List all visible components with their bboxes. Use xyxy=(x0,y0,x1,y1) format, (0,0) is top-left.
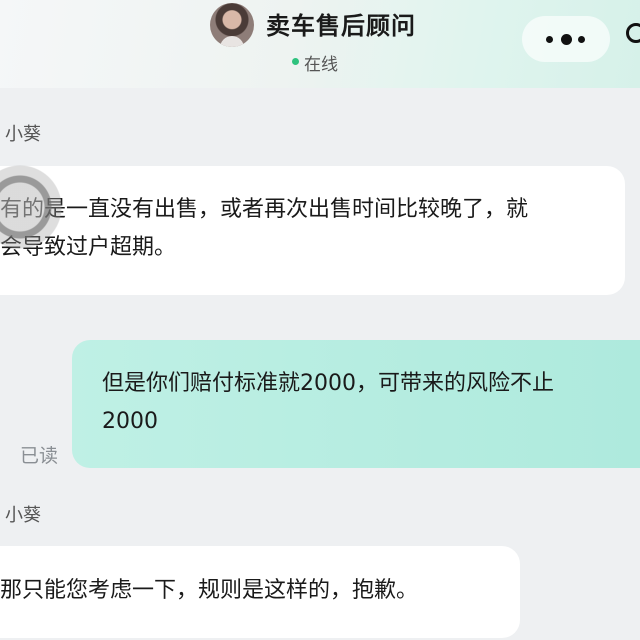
more-dots-icon xyxy=(561,34,572,45)
message-bubble-incoming[interactable]: 那只能您考虑一下，规则是这样的，抱歉。 xyxy=(0,546,520,638)
message-line: 但是你们赔付标准就2000，可带来的风险不止 xyxy=(102,371,554,396)
message-line: 有的是一直没有出售，或者再次出售时间比较晚了，就 xyxy=(0,197,529,222)
close-circle-icon[interactable] xyxy=(626,23,640,43)
more-dots-icon xyxy=(578,36,585,43)
more-dots-icon xyxy=(546,36,553,43)
chat-header: 卖车售后顾问 在线 xyxy=(0,0,640,88)
message-line: 那只能您考虑一下，规则是这样的，抱歉。 xyxy=(0,578,419,603)
message-bubble-incoming[interactable]: 有的是一直没有出售，或者再次出售时间比较晚了，就 会导致过户超期。 xyxy=(0,166,625,295)
message-line: 2000 xyxy=(102,409,158,434)
read-receipt: 已读 xyxy=(20,445,59,467)
message-bubble-outgoing[interactable]: 但是你们赔付标准就2000，可带来的风险不止 2000 xyxy=(72,340,640,468)
sender-name: 小葵 xyxy=(5,505,41,526)
sender-name: 小葵 xyxy=(5,124,41,145)
chat-title: 卖车售后顾问 xyxy=(266,12,416,40)
online-dot-icon xyxy=(292,58,299,65)
more-menu-button[interactable] xyxy=(522,16,610,62)
avatar[interactable] xyxy=(210,3,254,47)
message-line: 会导致过户超期。 xyxy=(0,235,177,260)
online-status: 在线 xyxy=(304,55,338,75)
